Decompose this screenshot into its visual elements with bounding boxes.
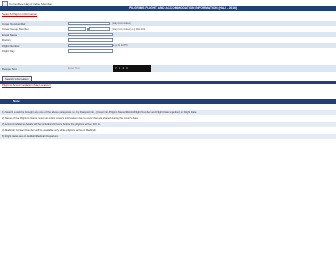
field-label: District bbox=[2, 38, 11, 42]
note-text: 1) Search a well be brought any one of t… bbox=[2, 111, 198, 114]
note-header: Note bbox=[0, 99, 336, 104]
note-line: 4) Madinah Contact Number will be availa… bbox=[0, 128, 336, 133]
logo-text: Committee Haj of India, Mumbai bbox=[9, 1, 52, 6]
form-row-district: District bbox=[0, 38, 336, 43]
district-input[interactable] bbox=[68, 38, 113, 42]
note-text: 5) Flight dates are of Jeddah/Madinah De… bbox=[2, 135, 59, 138]
form-row-cover-number: Cover Number/Ref. (Haj Committee) bbox=[0, 21, 336, 26]
note-line: 5) Flight dates are of Jeddah/Madinah De… bbox=[0, 134, 336, 139]
note-title: Note bbox=[13, 99, 20, 103]
note-text: 4) Madinah Contact Number will be availa… bbox=[2, 129, 97, 132]
field-label: Flight Day bbox=[2, 49, 15, 53]
field-label: Email Name bbox=[2, 32, 18, 37]
form-row-flight-day: Flight Day bbox=[0, 49, 336, 54]
flight-number-input[interactable] bbox=[68, 43, 113, 48]
note-line: 3) Accommodations details will be includ… bbox=[0, 122, 336, 127]
note-text: 3) Accommodations details will be includ… bbox=[2, 123, 101, 126]
search-pilgrim-link[interactable]: Search Pilgrim information bbox=[2, 12, 37, 16]
captcha-image: 7 i 4 4 bbox=[113, 64, 151, 72]
field-label: Cover Number/Ref. bbox=[2, 21, 27, 26]
note-line: 2) Name of the Pilgrim's Name must not e… bbox=[0, 116, 336, 121]
form-row-email: Email Name bbox=[0, 32, 336, 37]
form-row-captcha: Retype Text Enter Text 7 i 4 4 bbox=[0, 64, 336, 72]
form-row-cover-group: Cover Group Number (Haj Committee) e.g M… bbox=[0, 27, 336, 32]
cover-number-input[interactable] bbox=[68, 21, 110, 26]
form-row-flight-number: Flight Number (e.g. AI 1075) bbox=[0, 43, 336, 48]
field-hint: (Haj Committee) bbox=[112, 22, 131, 25]
flight-day-input[interactable] bbox=[68, 49, 113, 53]
field-hint: (e.g. AI 1075) bbox=[112, 44, 128, 47]
pilgrims-accommodation-link[interactable]: Pilgrims Accommodation (Haj Location) bbox=[2, 83, 51, 87]
captcha-input[interactable]: Enter Text bbox=[68, 67, 80, 70]
field-label: Retype Text bbox=[2, 66, 17, 71]
page-title: PILGRIMS FLIGHT AND ACCOMMODATION INFORM… bbox=[129, 6, 237, 10]
note-text: 2) Name of the Pilgrim's Name must not e… bbox=[2, 117, 139, 120]
field-hint: (Haj Committee) e.g MH-100 bbox=[112, 27, 146, 31]
cover-group-prefix-input[interactable] bbox=[68, 27, 86, 31]
cover-group-number-input[interactable] bbox=[89, 27, 110, 31]
field-label: Cover Group Number bbox=[2, 27, 29, 31]
page-title-bar: PILGRIMS FLIGHT AND ACCOMMODATION INFORM… bbox=[0, 6, 336, 11]
field-label: Flight Number bbox=[2, 43, 20, 48]
email-name-input[interactable] bbox=[68, 32, 113, 37]
note-line: 1) Search a well be brought any one of t… bbox=[0, 110, 336, 115]
